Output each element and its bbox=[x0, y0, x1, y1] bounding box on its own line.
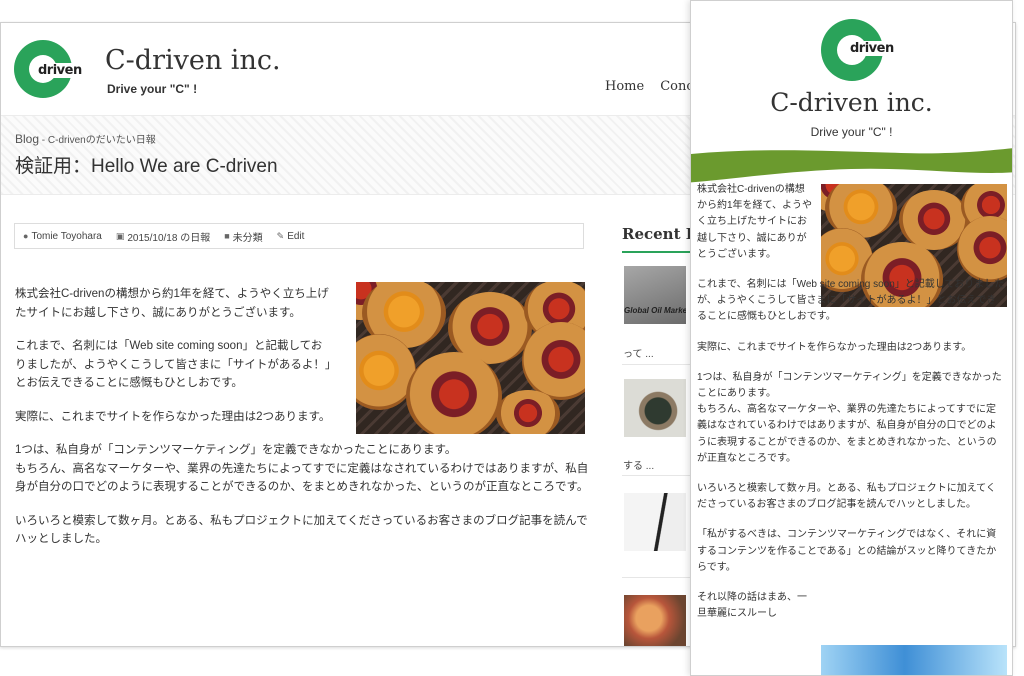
post-date-text: 2015/10/18 の日報 bbox=[127, 232, 211, 244]
breadcrumb-separator: - bbox=[39, 135, 48, 146]
site-tagline: Drive your "C" ! bbox=[107, 82, 198, 96]
post-paragraph: これまで、名刺には「Web site coming soon」と記載しておりまし… bbox=[697, 279, 1005, 323]
page-title: 検証用：Hello We are C-driven bbox=[15, 156, 278, 177]
recent-posts-underline bbox=[622, 251, 692, 253]
user-icon: ● bbox=[23, 231, 29, 241]
mobile-preview: driven C-driven inc. Drive your "C" ! 株式… bbox=[690, 0, 1013, 676]
post-paragraph: 実際に、これまでサイトを作らなかった理由は2つあります。 bbox=[697, 341, 972, 353]
breadcrumb: Blog - C-drivenのだいたい日報 bbox=[15, 131, 156, 146]
breadcrumb-section[interactable]: C-drivenのだいたい日報 bbox=[48, 135, 156, 146]
recent-post-thumb[interactable] bbox=[624, 493, 686, 551]
post-edit-text: Edit bbox=[287, 230, 305, 242]
logo-text: driven bbox=[849, 41, 895, 56]
post-paragraph: 1つは、私自身が「コンテンツマーケティング」を定義できなかったことにあります。 … bbox=[15, 444, 589, 493]
recent-post-thumb[interactable] bbox=[624, 595, 686, 646]
breadcrumb-blog-link[interactable]: Blog bbox=[15, 132, 39, 146]
nav-item-home[interactable]: Home bbox=[605, 79, 644, 94]
pencil-icon: ✎ bbox=[276, 230, 285, 241]
post-edit-link[interactable]: ✎ Edit bbox=[277, 231, 305, 242]
recent-post-excerpt[interactable]: する ... bbox=[623, 457, 654, 472]
folder-icon: ■ bbox=[224, 231, 230, 241]
main-nav: Home Conc bbox=[605, 79, 694, 94]
post-paragraph: 株式会社C-drivenの構想から約1年を経て、ようやく立ち上げたサイトにお越し… bbox=[15, 288, 329, 319]
post-category-text: 未分類 bbox=[232, 232, 263, 244]
header-wave-divider bbox=[691, 148, 1012, 183]
post-content: 株式会社C-drivenの構想から約1年を経て、ようやく立ち上げたサイトにお越し… bbox=[15, 285, 590, 564]
calendar-icon: ▣ bbox=[115, 230, 125, 241]
recent-post-excerpt[interactable]: って ... bbox=[623, 345, 654, 360]
post-paragraph: 1つは、私自身が「コンテンツマーケティング」を定義できなかったことにあります。 … bbox=[697, 371, 1002, 464]
site-name[interactable]: C-driven inc. bbox=[105, 45, 281, 76]
blue-photo bbox=[821, 645, 1007, 675]
post-author-name: Tomie Toyohara bbox=[31, 230, 102, 242]
divider bbox=[622, 475, 692, 476]
recent-post-thumb[interactable]: Global Oil Marke bbox=[624, 266, 686, 324]
post-paragraph: 「私がするべきは、コンテンツマーケティングではなく、それに資するコンテンツを作る… bbox=[697, 529, 997, 573]
divider bbox=[622, 364, 692, 365]
recent-posts-heading: Recent P bbox=[622, 225, 698, 243]
post-paragraph: これまで、名刺には「Web site coming soon」と記載しておりまし… bbox=[15, 340, 331, 389]
post-content: 株式会社C-drivenの構想から約1年を経て、ようやく立ち上げたサイトにお越し… bbox=[697, 182, 1005, 636]
post-paragraph: 実際に、これまでサイトを作らなかった理由は2つあります。 bbox=[15, 410, 331, 423]
post-paragraph: いろいろと模索して数ヶ月。とある、私もプロジェクトに加えてくださっているお客さま… bbox=[697, 483, 996, 511]
post-paragraph: 株式会社C-drivenの構想から約1年を経て、ようやく立ち上げたサイトにお越し… bbox=[697, 184, 813, 260]
recent-post-thumb[interactable] bbox=[624, 379, 686, 437]
post-paragraph: それ以降の話はまあ、一旦華麗にスルーし bbox=[697, 592, 807, 620]
logo-text: driven bbox=[37, 63, 83, 78]
post-category[interactable]: ■ 未分類 bbox=[224, 229, 262, 244]
site-tagline: Drive your "C" ! bbox=[810, 125, 893, 139]
nav-item-concept[interactable]: Conc bbox=[660, 79, 693, 94]
post-paragraph: いろいろと模索して数ヶ月。とある、私もプロジェクトに加えてくださっているお客さま… bbox=[15, 514, 588, 546]
site-name[interactable]: C-driven inc. bbox=[691, 88, 1012, 117]
divider bbox=[622, 577, 692, 578]
post-author[interactable]: ● Tomie Toyohara bbox=[23, 231, 102, 242]
post-date[interactable]: ▣ 2015/10/18 の日報 bbox=[116, 229, 210, 244]
recent-post-thumb-text: Global Oil Marke bbox=[624, 306, 686, 315]
post-meta-bar: ● Tomie Toyohara ▣ 2015/10/18 の日報 ■ 未分類 … bbox=[14, 223, 584, 249]
